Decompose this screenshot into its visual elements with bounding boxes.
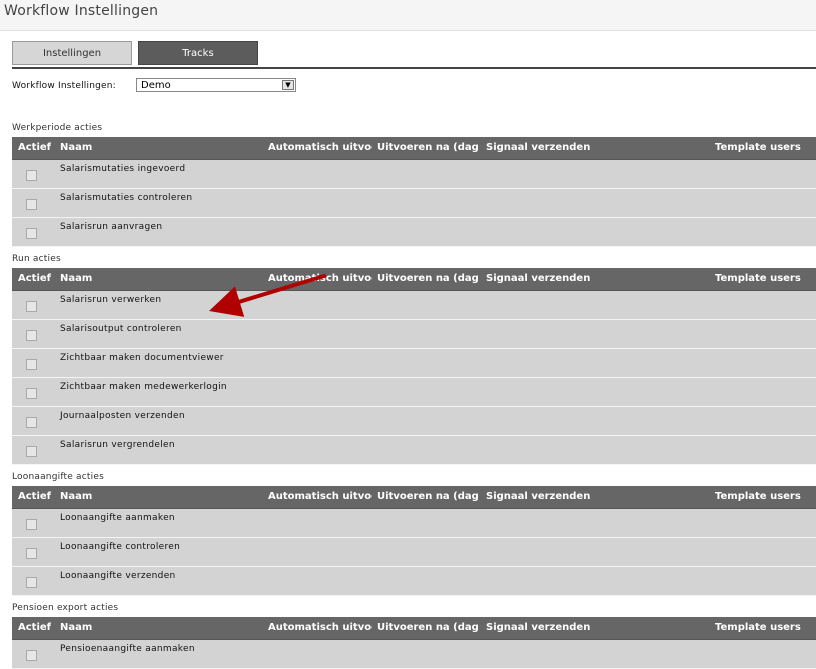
col-signaal: Signaal verzenden <box>486 491 591 502</box>
row-label: Salarisoutput controleren <box>60 324 182 334</box>
section-title: Loonaangifte acties <box>12 472 104 482</box>
table-row: Salarisrun vergrendelen <box>12 436 816 465</box>
table-row: Salarisoutput controleren <box>12 320 816 349</box>
col-naam: Naam <box>60 491 93 502</box>
table-header: Actief Naam Automatisch uitvoeren Uitvoe… <box>12 268 816 291</box>
row-label: Salarisrun vergrendelen <box>60 440 175 450</box>
row-label: Loonaangifte controleren <box>60 542 181 552</box>
col-automatisch: Automatisch uitvoeren <box>268 273 372 284</box>
actief-checkbox[interactable] <box>26 301 37 312</box>
chevron-down-icon[interactable]: ▼ <box>282 80 294 90</box>
actief-checkbox[interactable] <box>26 199 37 210</box>
row-label: Zichtbaar maken documentviewer <box>60 353 224 363</box>
col-signaal: Signaal verzenden <box>486 273 591 284</box>
table-row: Loonaangifte verzenden <box>12 567 816 596</box>
row-label: Loonaangifte verzenden <box>60 571 176 581</box>
tab-bar: Instellingen Tracks <box>12 41 816 69</box>
col-uitvoeren-na: Uitvoeren na (dagen) <box>377 142 479 153</box>
actief-checkbox[interactable] <box>26 446 37 457</box>
col-naam: Naam <box>60 622 93 633</box>
section-werkperiode: Werkperiode acties Actief Naam Automatis… <box>12 119 816 247</box>
section-pensioen: Pensioen export acties Actief Naam Autom… <box>12 599 816 669</box>
tab-tracks[interactable]: Tracks <box>138 41 258 65</box>
col-template-users: Template users <box>715 142 801 153</box>
table-header: Actief Naam Automatisch uitvoeren Uitvoe… <box>12 137 816 160</box>
actief-checkbox[interactable] <box>26 228 37 239</box>
actief-checkbox[interactable] <box>26 170 37 181</box>
col-actief: Actief <box>18 622 52 633</box>
section-title: Werkperiode acties <box>12 123 103 133</box>
section-loonaangifte: Loonaangifte acties Actief Naam Automati… <box>12 468 816 596</box>
col-uitvoeren-na: Uitvoeren na (dagen) <box>377 622 479 633</box>
row-label: Journaalposten verzenden <box>60 411 185 421</box>
actief-checkbox[interactable] <box>26 577 37 588</box>
table-row: Salarisrun aanvragen <box>12 218 816 247</box>
col-naam: Naam <box>60 273 93 284</box>
table-row: Salarismutaties ingevoerd <box>12 160 816 189</box>
workflow-settings-label: Workflow Instellingen: <box>12 81 116 91</box>
actief-checkbox[interactable] <box>26 359 37 370</box>
col-automatisch: Automatisch uitvoeren <box>268 491 372 502</box>
row-label: Zichtbaar maken medewerkerlogin <box>60 382 227 392</box>
col-actief: Actief <box>18 142 52 153</box>
col-signaal: Signaal verzenden <box>486 622 591 633</box>
actief-checkbox[interactable] <box>26 519 37 530</box>
actief-checkbox[interactable] <box>26 650 37 661</box>
col-template-users: Template users <box>715 622 801 633</box>
section-title: Pensioen export acties <box>12 603 119 613</box>
table-header: Actief Naam Automatisch uitvoeren Uitvoe… <box>12 617 816 640</box>
table-header: Actief Naam Automatisch uitvoeren Uitvoe… <box>12 486 816 509</box>
table-row: Loonaangifte aanmaken <box>12 509 816 538</box>
row-label: Salarisrun aanvragen <box>60 222 163 232</box>
row-label: Salarisrun verwerken <box>60 295 162 305</box>
tab-instellingen[interactable]: Instellingen <box>12 41 132 65</box>
actief-checkbox[interactable] <box>26 417 37 428</box>
table-row: Salarisrun verwerken <box>12 291 816 320</box>
col-uitvoeren-na: Uitvoeren na (dagen) <box>377 491 479 502</box>
workflow-settings-select[interactable]: Demo ▼ <box>136 78 296 92</box>
section-title: Run acties <box>12 254 61 264</box>
row-label: Salarismutaties ingevoerd <box>60 164 186 174</box>
row-label: Pensioenaangifte aanmaken <box>60 644 195 654</box>
row-label: Salarismutaties controleren <box>60 193 193 203</box>
col-actief: Actief <box>18 491 52 502</box>
col-template-users: Template users <box>715 273 801 284</box>
col-automatisch: Automatisch uitvoeren <box>268 622 372 633</box>
col-signaal: Signaal verzenden <box>486 142 591 153</box>
col-naam: Naam <box>60 142 93 153</box>
row-label: Loonaangifte aanmaken <box>60 513 175 523</box>
col-automatisch: Automatisch uitvoeren <box>268 142 372 153</box>
window-title: Workflow Instellingen <box>0 0 816 31</box>
table-row: Loonaangifte controleren <box>12 538 816 567</box>
table-row: Zichtbaar maken medewerkerlogin <box>12 378 816 407</box>
actief-checkbox[interactable] <box>26 388 37 399</box>
workflow-settings-value: Demo <box>141 80 171 91</box>
actief-checkbox[interactable] <box>26 548 37 559</box>
actief-checkbox[interactable] <box>26 330 37 341</box>
table-row: Journaalposten verzenden <box>12 407 816 436</box>
col-template-users: Template users <box>715 491 801 502</box>
table-row: Salarismutaties controleren <box>12 189 816 218</box>
section-run: Run acties Actief Naam Automatisch uitvo… <box>12 250 816 465</box>
table-row: Zichtbaar maken documentviewer <box>12 349 816 378</box>
col-uitvoeren-na: Uitvoeren na (dagen) <box>377 273 479 284</box>
settings-row: Workflow Instellingen: Demo ▼ <box>12 78 296 94</box>
table-row: Pensioenaangifte aanmaken <box>12 640 816 669</box>
col-actief: Actief <box>18 273 52 284</box>
